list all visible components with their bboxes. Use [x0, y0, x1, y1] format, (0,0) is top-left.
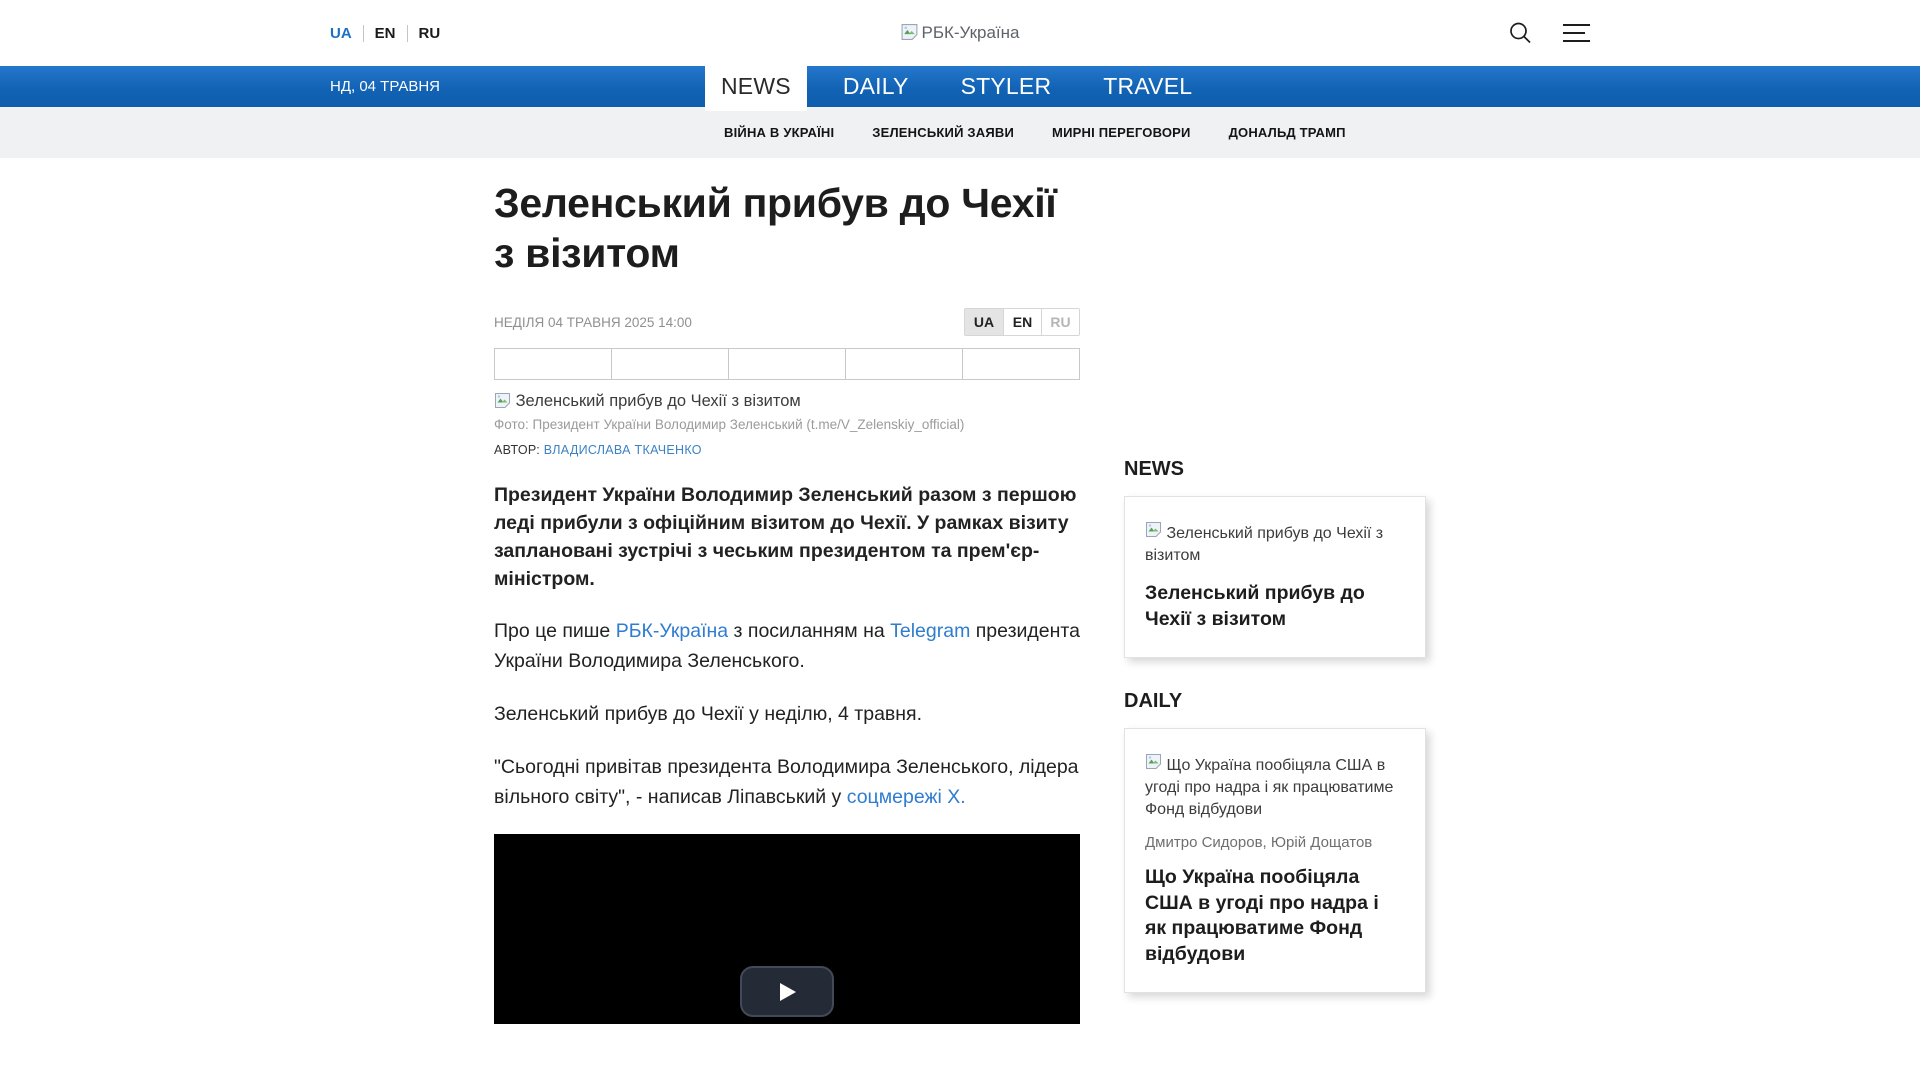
card-image-alt-text: Що Україна пообіцяла США в угоді про над…	[1145, 756, 1394, 818]
broken-image-icon	[494, 392, 516, 410]
article: Зеленський прибув до Чехії з візитом НЕД…	[494, 178, 1080, 1025]
author-label: АВТОР:	[494, 443, 540, 458]
card-title[interactable]: Що Україна пообіцяла США в угоді про над…	[1145, 865, 1405, 968]
share-button[interactable]	[728, 349, 845, 380]
tab-news[interactable]: NEWS	[705, 61, 807, 111]
section-tabs: NEWS DAILY STYLER TRAVEL	[705, 61, 1228, 111]
main-nav-bar: НД, 04 ТРАВНЯ NEWS DAILY STYLER TRAVEL	[0, 61, 1920, 111]
article-paragraph-source: Про це пише РБК-Україна з посиланням на …	[494, 616, 1080, 676]
sidebar: NEWS Зеленський прибув до Чехії з візито…	[1124, 178, 1426, 993]
current-date: НД, 04 ТРАВНЯ	[330, 78, 441, 95]
tab-styler[interactable]: STYLER	[945, 61, 1068, 111]
topic-submenu: ВІЙНА В УКРАЇНІ ЗЕЛЕНСЬКИЙ ЗАЯВИ МИРНІ П…	[0, 107, 1920, 158]
broken-image-icon	[900, 23, 918, 43]
submenu-item-zelensky-statements[interactable]: ЗЕЛЕНСЬКИЙ ЗАЯВИ	[872, 125, 1014, 140]
site-language-switcher: UA EN RU	[330, 24, 441, 42]
card-authors: Дмитро Сидоров, Юрій Дощатов	[1145, 833, 1373, 851]
paragraph-text: Про це пише	[494, 620, 616, 643]
tab-travel[interactable]: TRAVEL	[1087, 61, 1208, 111]
sidebar-news-heading: NEWS	[1124, 458, 1184, 480]
social-x-link[interactable]: соцмережі X.	[847, 786, 966, 808]
card-image-placeholder: Що Україна пообіцяла США в угоді про над…	[1145, 753, 1405, 821]
author-row: АВТОР: ВЛАДИСЛАВА ТКАЧЕНКО	[494, 443, 1080, 457]
share-buttons-row	[494, 348, 1080, 381]
site-lang-en[interactable]: EN	[375, 25, 396, 42]
article-lang-en[interactable]: EN	[1003, 309, 1041, 336]
article-lang-ru[interactable]: RU	[1041, 309, 1079, 336]
sidebar-daily-card[interactable]: Що Україна пообіцяла США в угоді про над…	[1124, 727, 1426, 993]
sidebar-daily-heading: DAILY	[1124, 689, 1183, 712]
share-button[interactable]	[845, 349, 962, 380]
video-player[interactable]	[494, 834, 1080, 1025]
card-image-placeholder: Зеленський прибув до Чехії з візитом	[1145, 521, 1405, 567]
article-image-placeholder: Зеленський прибув до Чехії з візитом	[494, 392, 1080, 411]
article-paragraph-date: Зеленський прибув до Чехії у неділю, 4 т…	[494, 703, 923, 726]
rbc-ukraine-link[interactable]: РБК-Україна	[616, 620, 728, 642]
article-image-alt-text: Зеленський прибув до Чехії з візитом	[515, 392, 801, 411]
article-lang-ua[interactable]: UA	[965, 309, 1003, 336]
submenu-item-donald-trump[interactable]: ДОНАЛЬД ТРАМП	[1229, 125, 1346, 140]
article-lead-paragraph: Президент України Володимир Зеленський р…	[494, 484, 1077, 591]
site-logo-alt-text: РБК-Україна	[921, 23, 1020, 42]
author-link[interactable]: ВЛАДИСЛАВА ТКАЧЕНКО	[544, 443, 702, 457]
site-lang-ua[interactable]: UA	[330, 25, 352, 42]
telegram-link[interactable]: Telegram	[890, 620, 970, 642]
tab-daily[interactable]: DAILY	[827, 61, 925, 111]
hamburger-menu-icon[interactable]	[1563, 24, 1590, 42]
share-button[interactable]	[611, 349, 728, 380]
share-button[interactable]	[962, 349, 1079, 380]
card-title[interactable]: Зеленський прибув до Чехії з візитом	[1145, 581, 1405, 632]
submenu-item-peace-talks[interactable]: МИРНІ ПЕРЕГОВОРИ	[1052, 125, 1191, 140]
search-icon[interactable]	[1507, 20, 1533, 46]
article-paragraph-quote: "Сьогодні привітав президента Володимира…	[494, 752, 1080, 812]
publish-date: НЕДІЛЯ 04 ТРАВНЯ 2025 14:00	[494, 314, 692, 330]
photo-credit: Фото: Президент України Володимир Зеленс…	[494, 417, 965, 433]
play-button[interactable]	[740, 966, 834, 1018]
top-bar: UA EN RU РБК-Україна	[0, 0, 1920, 66]
site-logo[interactable]: РБК-Україна	[900, 23, 1020, 43]
broken-image-icon	[1145, 522, 1166, 542]
submenu-item-war-in-ukraine[interactable]: ВІЙНА В УКРАЇНІ	[724, 125, 834, 140]
divider	[362, 24, 364, 42]
divider	[406, 24, 408, 42]
card-image-alt-text: Зеленський прибув до Чехії з візитом	[1145, 525, 1384, 565]
sidebar-news-card[interactable]: Зеленський прибув до Чехії з візитом Зел…	[1124, 496, 1426, 658]
paragraph-text: "Сьогодні привітав президента Володимира…	[494, 756, 1079, 809]
article-title: Зеленський прибув до Чехії з візитом	[494, 180, 1057, 277]
site-lang-ru[interactable]: RU	[419, 25, 441, 42]
share-button[interactable]	[495, 349, 611, 379]
article-language-switcher: UA EN RU	[964, 308, 1080, 337]
broken-image-icon	[1145, 753, 1166, 774]
paragraph-text: з посиланням на	[728, 620, 891, 643]
